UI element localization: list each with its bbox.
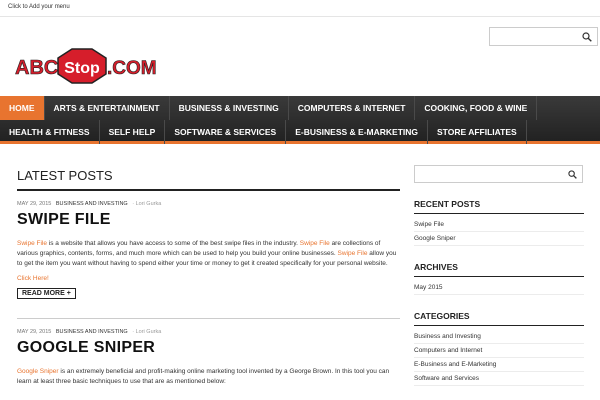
- post-meta: MAY 29, 2015 BUSINESS AND INVESTING · Lo…: [17, 201, 400, 207]
- post-author[interactable]: · Lori Gurka: [132, 201, 161, 207]
- latest-posts-heading: LATEST POSTS: [17, 168, 400, 191]
- category-link[interactable]: Software and Services: [414, 372, 584, 386]
- widget-title: ARCHIVES: [414, 262, 584, 277]
- excerpt-link[interactable]: Swipe File: [300, 240, 330, 247]
- widget-title: CATEGORIES: [414, 311, 584, 326]
- nav-item-home[interactable]: HOME: [0, 96, 45, 120]
- post-date: MAY 29, 2015: [17, 329, 52, 335]
- nav-item-business-investing[interactable]: BUSINESS & INVESTING: [170, 96, 289, 120]
- post-category-link[interactable]: BUSINESS AND INVESTING: [56, 201, 128, 207]
- nav-row-1: HOME ARTS & ENTERTAINMENT BUSINESS & INV…: [0, 96, 538, 120]
- category-link[interactable]: E-Business and E-Marketing: [414, 358, 584, 372]
- categories-list: Business and Investing Computers and Int…: [414, 330, 584, 386]
- nav-item-self-help[interactable]: SELF HELP: [100, 120, 166, 144]
- widget-title: RECENT POSTS: [414, 199, 584, 214]
- excerpt-text: is an extremely beneficial and profit-ma…: [17, 368, 390, 385]
- search-icon[interactable]: [582, 32, 592, 42]
- archive-link[interactable]: May 2015: [414, 281, 584, 295]
- add-menu-link[interactable]: Click to Add your menu: [8, 4, 70, 10]
- main-navigation: HOME ARTS & ENTERTAINMENT BUSINESS & INV…: [0, 96, 600, 144]
- nav-item-cooking-food-wine[interactable]: COOKING, FOOD & WINE: [415, 96, 538, 120]
- excerpt-link[interactable]: Swipe File: [337, 250, 367, 257]
- sidebar-search-input[interactable]: [414, 165, 583, 183]
- nav-item-health-fitness[interactable]: HEALTH & FITNESS: [0, 120, 100, 144]
- archives-list: May 2015: [414, 281, 584, 295]
- search-icon[interactable]: [568, 170, 577, 179]
- recent-posts-widget: RECENT POSTS Swipe File Google Sniper: [414, 199, 584, 246]
- post-date: MAY 29, 2015: [17, 201, 52, 207]
- nav-item-store-affiliates[interactable]: STORE AFFILIATES: [428, 120, 527, 144]
- site-logo[interactable]: ABC Stop .COM: [14, 48, 170, 84]
- nav-item-computers-internet[interactable]: COMPUTERS & INTERNET: [289, 96, 416, 120]
- click-here-link[interactable]: Click Here!: [17, 275, 400, 282]
- recent-posts-list: Swipe File Google Sniper: [414, 218, 584, 246]
- logo-stop-text: Stop: [64, 60, 100, 77]
- post-category-link[interactable]: BUSINESS AND INVESTING: [56, 329, 128, 335]
- recent-post-link[interactable]: Google Sniper: [414, 232, 584, 246]
- sidebar: RECENT POSTS Swipe File Google Sniper AR…: [414, 165, 584, 386]
- logo-abc-text: ABC: [15, 57, 58, 79]
- main-content: LATEST POSTS MAY 29, 2015 BUSINESS AND I…: [17, 168, 400, 387]
- read-more-button[interactable]: READ MORE +: [17, 288, 76, 299]
- post-author[interactable]: · Lori Gurka: [132, 329, 161, 335]
- top-bar: Click to Add your menu: [0, 0, 600, 17]
- category-link[interactable]: Business and Investing: [414, 330, 584, 344]
- recent-post-link[interactable]: Swipe File: [414, 218, 584, 232]
- logo-com-text: .COM: [107, 58, 157, 79]
- post-excerpt: Swipe File is a website that allows you …: [17, 239, 400, 269]
- category-link[interactable]: Computers and Internet: [414, 344, 584, 358]
- nav-row-2: HEALTH & FITNESS SELF HELP SOFTWARE & SE…: [0, 120, 527, 144]
- excerpt-link[interactable]: Google Sniper: [17, 368, 59, 375]
- post-google-sniper: MAY 29, 2015 BUSINESS AND INVESTING · Lo…: [17, 329, 400, 387]
- post-meta: MAY 29, 2015 BUSINESS AND INVESTING · Lo…: [17, 329, 400, 335]
- excerpt-text: is a website that allows you have access…: [46, 240, 300, 247]
- header-search-input[interactable]: [489, 27, 598, 46]
- categories-widget: CATEGORIES Business and Investing Comput…: [414, 311, 584, 386]
- post-title[interactable]: SWIPE FILE: [17, 211, 400, 229]
- nav-item-software-services[interactable]: SOFTWARE & SERVICES: [165, 120, 287, 144]
- nav-item-arts-entertainment[interactable]: ARTS & ENTERTAINMENT: [45, 96, 170, 120]
- post-divider: [17, 318, 400, 319]
- nav-item-ebusiness-emarketing[interactable]: E-BUSINESS & E-MARKETING: [286, 120, 429, 144]
- post-title[interactable]: GOOGLE SNIPER: [17, 339, 400, 357]
- post-excerpt: Google Sniper is an extremely beneficial…: [17, 367, 400, 387]
- excerpt-link[interactable]: Swipe File: [17, 240, 47, 247]
- post-swipe-file: MAY 29, 2015 BUSINESS AND INVESTING · Lo…: [17, 201, 400, 300]
- archives-widget: ARCHIVES May 2015: [414, 262, 584, 295]
